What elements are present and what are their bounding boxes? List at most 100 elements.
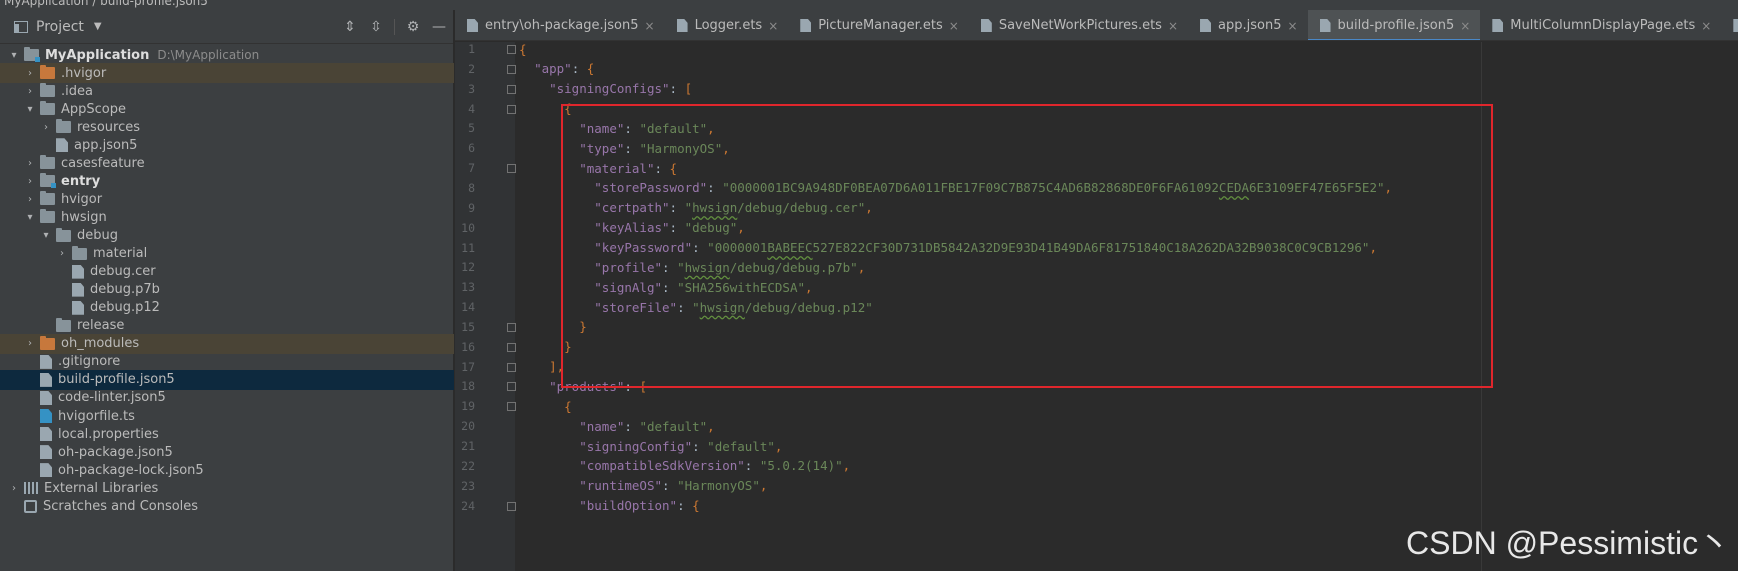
tree-item[interactable]: ›debug.p12 <box>0 298 454 318</box>
code-text: "runtimeOS": "HarmonyOS", <box>579 478 768 494</box>
line-number: 21 <box>461 439 475 453</box>
project-view-selector[interactable]: Project <box>36 19 84 35</box>
tree-item[interactable]: ›hvigorfile.ts <box>0 406 454 426</box>
chevron-down-icon[interactable]: ▾ <box>40 230 52 241</box>
editor-tab[interactable]: app.json5 × <box>1188 10 1308 40</box>
fold-marker-icon[interactable] <box>507 84 516 94</box>
code-text: "compatibleSdkVersion": "5.0.2(14)", <box>579 458 851 474</box>
tree-item[interactable]: ›oh-package.json5 <box>0 442 454 462</box>
fold-marker-icon[interactable] <box>507 382 516 392</box>
tree-item[interactable]: ›Scratches and Consoles <box>0 496 454 516</box>
code-text: "material": { <box>579 160 678 176</box>
line-number: 15 <box>461 319 475 334</box>
tree-item-label: debug.p12 <box>90 300 160 316</box>
code-text: "keyAlias": "debug", <box>594 220 745 236</box>
tree-item[interactable]: › .hvigor <box>0 63 454 84</box>
folder-icon <box>40 191 55 206</box>
close-icon[interactable]: × <box>1168 19 1178 33</box>
close-icon[interactable]: × <box>1701 19 1711 33</box>
code-text: "certpath": "hwsign/debug/debug.cer", <box>594 200 873 216</box>
chevron-right-icon[interactable]: › <box>8 483 20 494</box>
tree-item[interactable]: › resources <box>0 117 454 137</box>
close-icon[interactable]: × <box>1287 19 1297 33</box>
close-icon[interactable]: × <box>1460 19 1470 33</box>
tree-item[interactable]: › oh_modules <box>0 333 454 354</box>
chevron-down-icon[interactable]: ▾ <box>8 50 20 61</box>
chevron-right-icon[interactable]: › <box>24 338 36 349</box>
right-margin-guide <box>1481 42 1482 571</box>
chevron-right-icon[interactable]: › <box>24 158 36 169</box>
file-icon <box>40 354 52 369</box>
tree-item[interactable]: › External Libraries <box>0 478 454 498</box>
tree-item[interactable]: ›oh-package-lock.json5 <box>0 460 454 480</box>
folder-icon <box>72 245 87 260</box>
tree-item[interactable]: ▾ AppScope <box>0 99 454 119</box>
gear-icon[interactable]: ⚙ <box>405 19 421 35</box>
fold-marker-icon[interactable] <box>507 64 516 74</box>
chevron-right-icon[interactable]: › <box>24 86 36 97</box>
tree-item[interactable]: ▾ debug <box>0 226 454 246</box>
fold-marker-icon[interactable] <box>507 164 516 174</box>
tree-item[interactable]: ›code-linter.json5 <box>0 388 454 408</box>
chevron-down-icon[interactable]: ▾ <box>24 212 36 223</box>
folder-icon <box>56 317 71 332</box>
file-icon <box>72 300 84 315</box>
chevron-right-icon[interactable]: › <box>24 176 36 187</box>
fold-marker-icon[interactable] <box>507 402 516 412</box>
chevron-right-icon[interactable]: › <box>24 68 36 79</box>
chevron-right-icon[interactable]: › <box>24 194 36 205</box>
tab-label: PictureManager.ets <box>818 18 943 33</box>
line-number: 13 <box>461 280 475 295</box>
editor-tab[interactable]: Logger.ets × <box>665 10 789 40</box>
project-panel: Project ▼ ⇕ ⇳ ⚙ — ▾ MyApplication D:\MyApp… <box>0 10 454 571</box>
tree-item-label: code-linter.json5 <box>58 390 166 406</box>
editor-tab[interactable]: SaveNetWorkPictures.ets × <box>969 10 1188 40</box>
code-text: "type": "HarmonyOS", <box>579 140 730 156</box>
close-icon[interactable]: × <box>645 19 655 33</box>
tree-item[interactable]: › material <box>0 244 454 264</box>
chevron-down-icon[interactable]: ▾ <box>24 104 36 115</box>
chevron-right-icon[interactable]: › <box>56 248 68 259</box>
fold-marker-icon[interactable] <box>507 322 516 332</box>
close-icon[interactable]: × <box>949 19 959 33</box>
tree-item[interactable]: ›.gitignore <box>0 352 454 372</box>
tree-item[interactable]: › .idea <box>0 81 454 101</box>
fold-marker-icon[interactable] <box>507 45 516 54</box>
file-icon <box>40 427 52 442</box>
watermark: CSDN @Pessimistic丶 <box>1406 525 1731 561</box>
expand-all-icon[interactable]: ⇕ <box>342 19 358 35</box>
fold-marker-icon[interactable] <box>507 104 516 114</box>
tree-item[interactable]: ›local.properties <box>0 424 454 444</box>
fold-marker-icon[interactable] <box>507 501 516 511</box>
tree-item[interactable]: ›debug.p7b <box>0 280 454 300</box>
editor-tab[interactable]: multicolumndisplay <box>1721 10 1738 40</box>
file-icon <box>676 19 688 32</box>
line-number: 22 <box>461 458 475 473</box>
editor-tab[interactable]: build-profile.json5 × <box>1307 10 1481 40</box>
chevron-right-icon[interactable]: › <box>40 122 52 133</box>
line-number: 4 <box>468 101 475 116</box>
code-text: { <box>564 101 572 117</box>
tree-item[interactable]: › casesfeature <box>0 153 454 173</box>
tree-item[interactable]: › entry <box>0 171 454 191</box>
tree-item[interactable]: ›debug.cer <box>0 262 454 282</box>
tree-item[interactable]: › hvigor <box>0 189 454 209</box>
tab-label: Logger.ets <box>694 18 763 33</box>
code-editor[interactable]: 1 {2 "app": {3 "signingConfigs": [4 {5 "n… <box>455 42 1738 571</box>
tree-item[interactable]: ›app.json5 <box>0 135 454 155</box>
editor-tab[interactable]: MultiColumnDisplayPage.ets × <box>1480 10 1721 40</box>
tab-label: entry\oh-package.json5 <box>485 18 639 33</box>
collapse-all-icon[interactable]: ⇳ <box>368 19 384 35</box>
tree-item[interactable]: ▾ hwsign <box>0 207 454 227</box>
hide-panel-icon[interactable]: — <box>431 19 447 35</box>
tree-item[interactable]: ▾ MyApplication D:\MyApplication <box>0 45 454 65</box>
tree-item[interactable]: ›build-profile.json5 <box>0 369 454 390</box>
chevron-down-icon[interactable]: ▼ <box>94 21 102 32</box>
tree-item[interactable]: ›release <box>0 316 454 336</box>
editor-tab[interactable]: PictureManager.ets × <box>788 10 969 40</box>
editor-tab[interactable]: entry\oh-package.json5 × <box>455 10 665 40</box>
fold-marker-icon[interactable] <box>507 362 516 372</box>
line-number: 1 <box>468 42 475 56</box>
close-icon[interactable]: × <box>768 19 778 33</box>
fold-marker-icon[interactable] <box>507 342 516 352</box>
